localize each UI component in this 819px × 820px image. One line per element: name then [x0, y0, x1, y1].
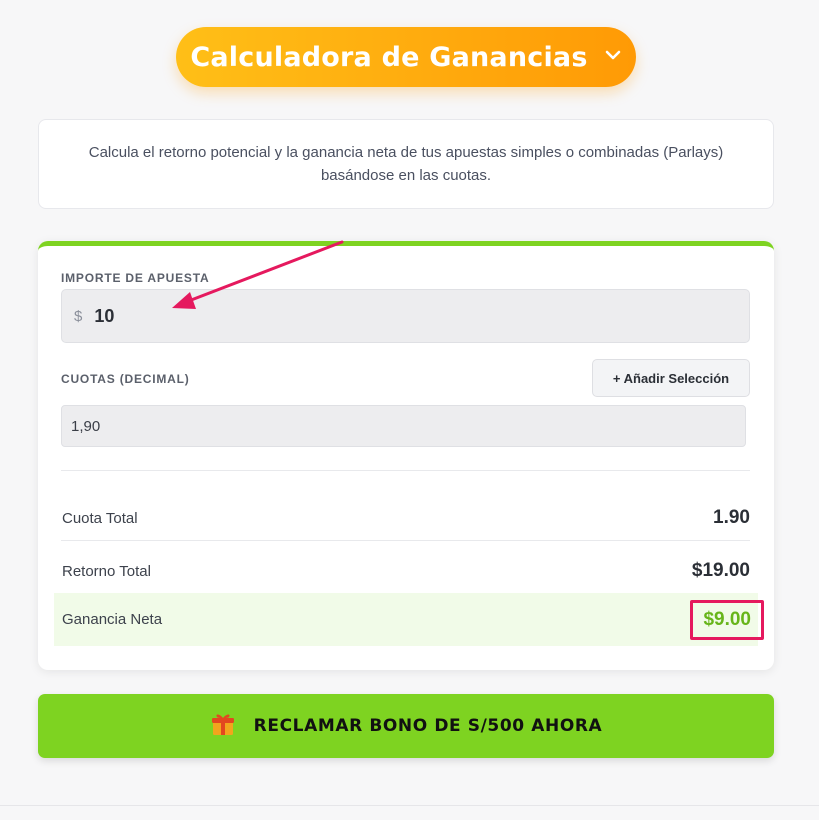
- odds-label: CUOTAS (DECIMAL): [61, 372, 190, 386]
- net-profit-value: $9.00: [690, 599, 764, 640]
- claim-bonus-label: RECLAMAR BONO DE S/500 AHORA: [253, 716, 603, 736]
- chevron-down-icon: [604, 46, 622, 64]
- add-selection-button[interactable]: + Añadir Selección: [592, 359, 750, 397]
- total-return-label: Retorno Total: [62, 562, 151, 580]
- net-profit-label: Ganancia Neta: [62, 611, 163, 628]
- currency-symbol: $: [74, 307, 83, 325]
- divider: [61, 470, 750, 471]
- odds-input[interactable]: 1,90: [61, 405, 746, 447]
- description-card: Calcula el retorno potencial y la gananc…: [38, 119, 774, 209]
- stake-label: IMPORTE DE APUESTA: [61, 271, 210, 285]
- stake-value: 10: [94, 305, 115, 326]
- claim-bonus-button[interactable]: RECLAMAR BONO DE S/500 AHORA: [38, 694, 774, 758]
- total-odds-label: Cuota Total: [62, 509, 138, 527]
- net-profit-row: Ganancia Neta $9.00: [54, 593, 764, 646]
- profit-calculator-page: Calculadora de Ganancias Calcula el reto…: [0, 0, 819, 820]
- stake-input[interactable]: $ 10: [61, 289, 750, 343]
- description-text: Calcula el retorno potencial y la gananc…: [88, 144, 724, 184]
- footer-divider: [0, 805, 819, 806]
- row-divider: [61, 540, 750, 541]
- total-return-row: Retorno Total $19.00: [54, 545, 758, 597]
- gift-icon: [210, 711, 236, 742]
- page-title: Calculadora de Ganancias: [190, 41, 588, 73]
- total-odds-value: 1.90: [713, 507, 750, 528]
- total-odds-row: Cuota Total 1.90: [54, 492, 758, 544]
- calculator-title-toggle[interactable]: Calculadora de Ganancias: [176, 27, 636, 87]
- total-return-value: $19.00: [691, 560, 750, 581]
- calculator-card: IMPORTE DE APUESTA $ 10 CUOTAS (DECIMAL)…: [38, 241, 774, 670]
